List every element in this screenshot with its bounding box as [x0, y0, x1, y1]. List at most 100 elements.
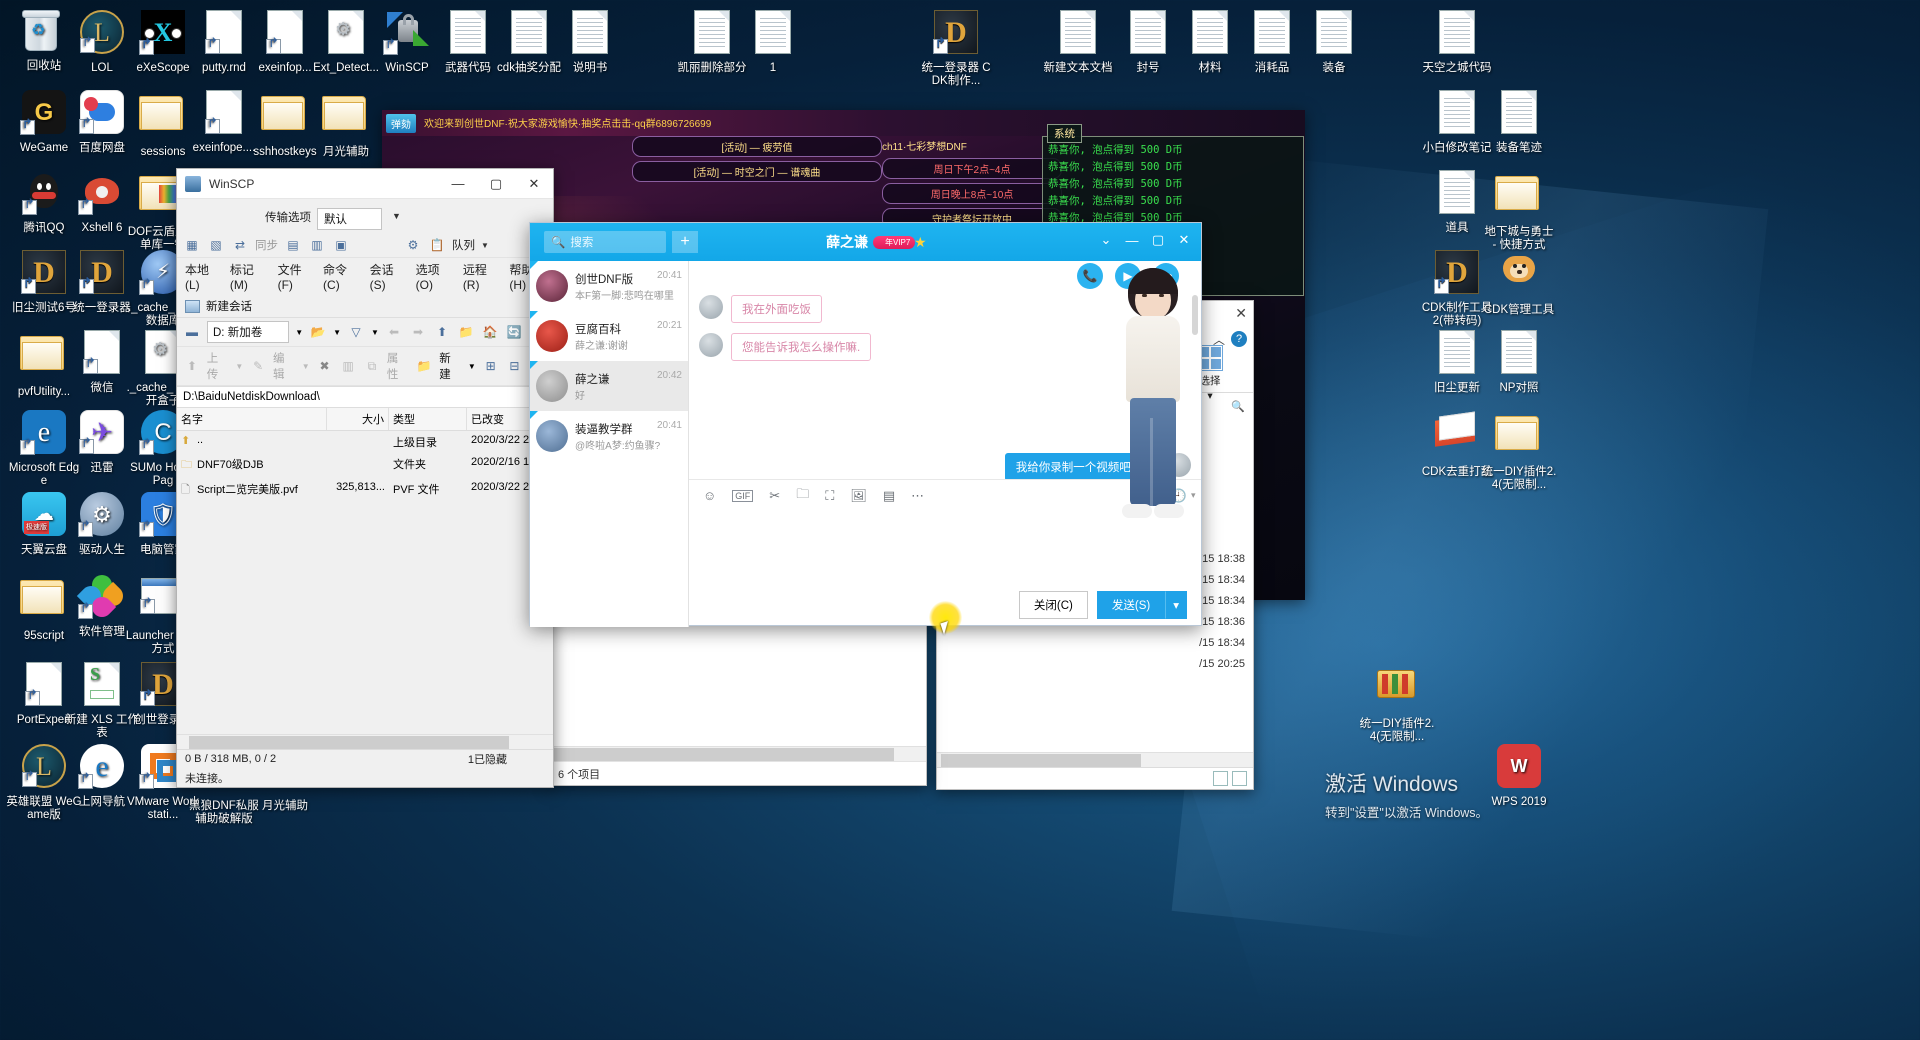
select-all-icon[interactable]: ⊞: [482, 357, 500, 375]
transfer-options-value[interactable]: 默认: [317, 208, 382, 230]
winscp-drive-toolbar[interactable]: ▬ D: 新加卷 ▼ 📂 ▼ ▽ ▼ ⬅ ➡ ⬆ 📁 🏠 🔄 ▨: [177, 318, 553, 347]
details-view-icon[interactable]: [1213, 771, 1228, 786]
winscp-column-header-2[interactable]: 类型: [389, 408, 467, 430]
desktop-icon-46[interactable]: 统一DIY插件2.4(无限制...: [1481, 408, 1557, 492]
desktop-icon-12[interactable]: D 统一登录器 CDK制作...: [918, 8, 994, 88]
queue-icon[interactable]: 📋: [428, 236, 446, 254]
upload-caret-icon[interactable]: ▼: [235, 362, 243, 371]
explorer2-hscrollbar[interactable]: [550, 746, 926, 761]
winscp-file-row[interactable]: ⬆.. 上级目录 2020/3/22 21:: [177, 431, 553, 453]
winscp-menu-item-0[interactable]: 本地(L): [185, 261, 219, 292]
qq-session-item[interactable]: 薛之谦好 20:42: [530, 361, 688, 411]
close-button[interactable]: ✕: [515, 169, 553, 198]
upload-label[interactable]: 上传: [207, 350, 230, 382]
winscp-menu-item-6[interactable]: 远程(R): [463, 261, 499, 292]
scissors-icon[interactable]: ✂: [769, 488, 780, 504]
new-caret-icon[interactable]: ▼: [468, 362, 476, 371]
explorer-view-buttons[interactable]: [1213, 771, 1247, 786]
winscp-menu-item-1[interactable]: 标记(M): [230, 261, 267, 292]
console-icon[interactable]: ▤: [284, 236, 302, 254]
desktop-icon-17[interactable]: 装备: [1296, 8, 1372, 75]
winscp-menu-item-2[interactable]: 文件(F): [278, 261, 312, 292]
open-folder-caret-icon[interactable]: ▼: [333, 328, 341, 337]
winscp-file-row[interactable]: 🗀 DNF70级DJB 文件夹 2020/2/16 19:: [177, 453, 553, 478]
winscp-file-columns[interactable]: 名字 大小 类型 已改变: [177, 408, 553, 431]
desktop-icon-26[interactable]: 装备笔迹: [1481, 88, 1557, 155]
winscp-menu-item-3[interactable]: 命令(C): [323, 261, 359, 292]
secondary-explorer-window[interactable]: 6 个项目: [549, 606, 927, 786]
winscp-column-header-1[interactable]: 大小: [327, 408, 389, 430]
winscp-file-row[interactable]: 🗋 Script二览完美版.pvf 325,813... PVF 文件 2020/3/2…: [177, 478, 553, 503]
parent-folder-icon[interactable]: ⬆: [433, 323, 451, 341]
open-folder-icon[interactable]: 📂: [309, 323, 327, 341]
winscp-new-session-row[interactable]: 新建会话: [177, 295, 553, 318]
qq-session-item[interactable]: 豆腐百科 薛之谦:谢谢 20:21: [530, 311, 688, 361]
new-label[interactable]: 新建: [439, 350, 462, 382]
chevron-down-icon[interactable]: ▼: [392, 211, 401, 221]
tiles-view-icon[interactable]: [1232, 771, 1247, 786]
winscp-menubar[interactable]: 本地(L) 标记(M) 文件(F) 命令(C) 会话(S) 选项(O) 远程(R) 帮助(H): [177, 258, 553, 295]
gif-icon[interactable]: GIF: [732, 489, 754, 502]
edit-caret-icon[interactable]: ▼: [302, 362, 310, 371]
star-icon[interactable]: ★: [914, 234, 927, 251]
copy-icon[interactable]: ⧉: [363, 357, 381, 375]
queue-label[interactable]: 队列: [452, 237, 475, 253]
drive-caret-icon[interactable]: ▼: [295, 328, 303, 337]
filter-icon[interactable]: ▽: [347, 323, 365, 341]
forward-icon[interactable]: ➡: [409, 323, 427, 341]
desktop-icon-56[interactable]: 统一DIY插件2.4(无限制...: [1359, 660, 1435, 744]
winscp-hscrollbar[interactable]: [177, 734, 553, 749]
send-options-caret-icon[interactable]: ▾: [1165, 591, 1187, 619]
desktop-icon-18[interactable]: 天空之城代码: [1419, 8, 1495, 75]
desktop-icon-41[interactable]: NP对照: [1481, 328, 1557, 395]
edit-icon[interactable]: ✎: [249, 357, 267, 375]
delete-icon[interactable]: ✖: [316, 357, 334, 375]
winscp-transfer-options-row[interactable]: 传输选项 默认 ▼: [177, 199, 553, 233]
queue-caret-icon[interactable]: ▼: [481, 241, 489, 250]
winscp-window[interactable]: WinSCP — ▢ ✕ 传输选项 默认 ▼ ▦ ▧ ⇄ 同步 ▤ ▥ ▣ ⚙ …: [176, 168, 554, 788]
minimize-button[interactable]: —: [1119, 223, 1145, 257]
desktop-icon-31[interactable]: 地下城与勇士 - 快捷方式: [1481, 168, 1557, 252]
drive-selector[interactable]: D: 新加卷: [207, 321, 290, 343]
close-chat-button[interactable]: 关闭(C): [1018, 591, 1088, 619]
filter-caret-icon[interactable]: ▼: [371, 328, 379, 337]
close-icon[interactable]: ✕: [1235, 305, 1247, 322]
qq-session-list[interactable]: 创世DNF版 本F第一脚:悲鸣在哪里 20:41 豆腐百科 薛之谦:谢谢 20:21 薛之谦…: [530, 261, 689, 627]
explorer-hscrollbar[interactable]: [937, 752, 1253, 767]
add-contact-button[interactable]: +: [672, 231, 698, 253]
desktop-icon-9[interactable]: 说明书: [552, 8, 628, 75]
dnf-system-tab[interactable]: 系统: [1047, 124, 1082, 143]
smile-icon[interactable]: ☺: [703, 488, 716, 503]
send-button[interactable]: 发送(S): [1096, 591, 1166, 619]
winscp-titlebar[interactable]: WinSCP — ▢ ✕: [177, 169, 553, 199]
chmod-icon[interactable]: ▥: [339, 357, 357, 375]
close-button[interactable]: ✕: [1171, 223, 1197, 257]
new-tab-icon[interactable]: ▦: [183, 236, 201, 254]
more-icon[interactable]: ⋯: [911, 488, 924, 504]
desktop-icon-36[interactable]: CDK管理工具: [1481, 248, 1557, 317]
sync-label[interactable]: 同步: [255, 237, 278, 253]
refresh-icon[interactable]: 🔄: [505, 323, 523, 341]
winscp-menu-item-5[interactable]: 选项(O): [416, 261, 452, 292]
deselect-icon[interactable]: ⊟: [506, 357, 524, 375]
winscp-window-controls[interactable]: — ▢ ✕: [439, 169, 553, 198]
qq-header[interactable]: 🔍 搜索 + 薛之谦 年VIP7 ★ ⌄ — ▢ ✕: [530, 223, 1201, 261]
upload-icon[interactable]: ⬆: [183, 357, 201, 375]
desktop-icon-24[interactable]: 月光辅助: [308, 88, 384, 159]
shake-icon[interactable]: ▤: [883, 488, 895, 504]
putty-icon[interactable]: ▥: [308, 236, 326, 254]
properties-label[interactable]: 属性: [387, 350, 410, 382]
maximize-button[interactable]: ▢: [477, 169, 515, 198]
minimize-button[interactable]: —: [439, 169, 477, 198]
sync-icon[interactable]: ⇄: [231, 236, 249, 254]
screenshot-icon[interactable]: ⛶: [825, 488, 834, 504]
maximize-button[interactable]: ▢: [1145, 223, 1171, 257]
new-session-label[interactable]: 新建会话: [206, 298, 252, 314]
folder-icon[interactable]: 🗀: [796, 485, 809, 507]
desktop-icon-11[interactable]: 1: [735, 8, 811, 75]
session-icon[interactable]: ▧: [207, 236, 225, 254]
back-icon[interactable]: ⬅: [385, 323, 403, 341]
call-icon[interactable]: 📞: [1077, 263, 1103, 289]
image-icon[interactable]: 🖼: [850, 488, 867, 504]
search-input[interactable]: 🔍 搜索: [544, 231, 666, 253]
